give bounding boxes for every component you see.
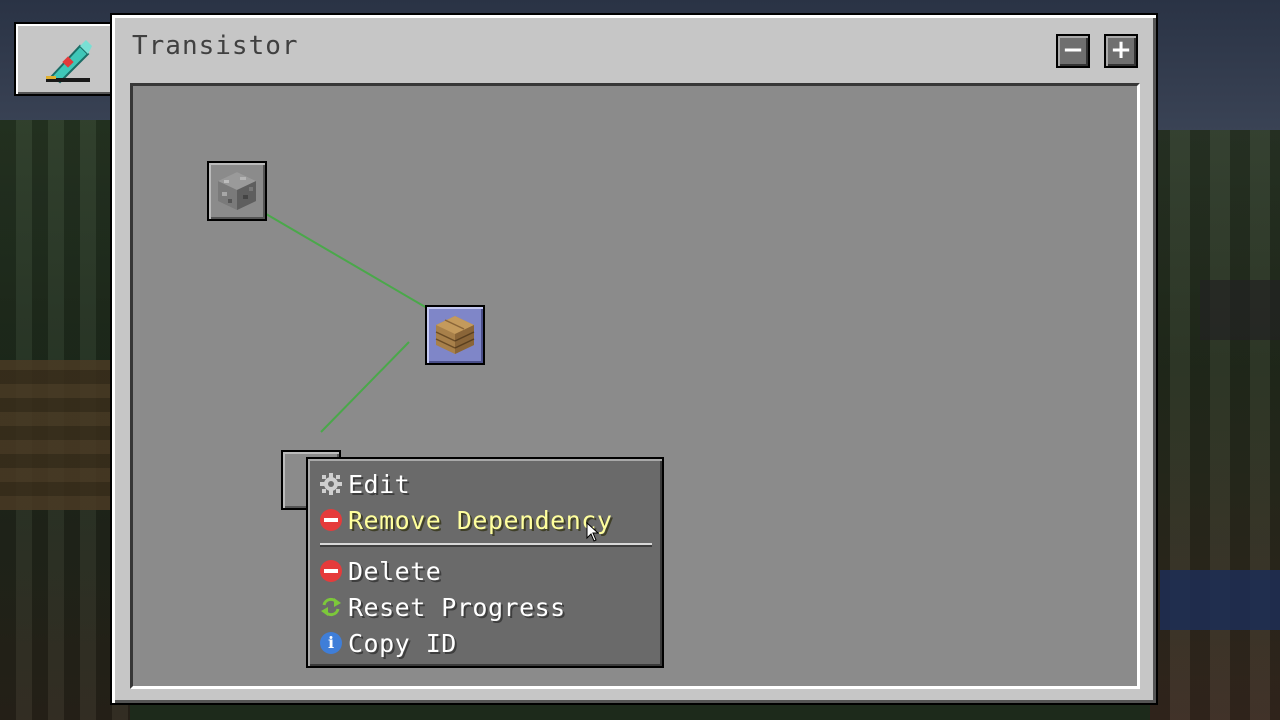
menu-item-label: Remove Dependency — [348, 505, 613, 535]
menu-item-edit[interactable]: Edit — [320, 469, 410, 499]
menu-item-copy-id[interactable]: i Copy ID — [320, 628, 457, 658]
chapter-title: Transistor — [132, 31, 299, 61]
quest-chapter-tab[interactable] — [14, 22, 118, 96]
zoom-in-button[interactable]: + — [1104, 34, 1138, 68]
menu-item-label: Reset Progress — [348, 592, 566, 622]
gear-icon — [320, 473, 342, 495]
context-menu: Edit Remove Dependency Delete Reset Prog… — [306, 457, 664, 668]
cobblestone-quest-node[interactable] — [207, 161, 267, 221]
menu-separator — [320, 543, 652, 545]
menu-item-label: Copy ID — [348, 628, 457, 658]
mouse-cursor-icon — [586, 522, 600, 542]
dependency-line-planks-blank — [320, 341, 410, 433]
menu-item-delete[interactable]: Delete — [320, 556, 441, 586]
water-pool — [1160, 570, 1280, 630]
menu-item-remove-dependency[interactable]: Remove Dependency — [320, 505, 612, 535]
remove-icon — [320, 509, 342, 531]
menu-item-label: Edit — [348, 469, 411, 499]
remove-icon — [320, 560, 342, 582]
info-icon: i — [320, 632, 342, 654]
zoom-out-button[interactable]: − — [1056, 34, 1090, 68]
menu-item-label: Delete — [348, 556, 442, 586]
menu-item-reset-progress[interactable]: Reset Progress — [320, 592, 566, 622]
quest-book-icon — [46, 40, 92, 84]
cobblestone-block-icon — [218, 172, 256, 210]
refresh-arrows-icon — [320, 596, 342, 618]
terrain-right — [1150, 130, 1280, 720]
oak-planks-quest-node[interactable] — [425, 305, 485, 365]
house-roof — [1200, 280, 1280, 340]
dependency-line-cobblestone-planks — [248, 203, 428, 309]
oak-planks-block-icon — [435, 316, 475, 354]
